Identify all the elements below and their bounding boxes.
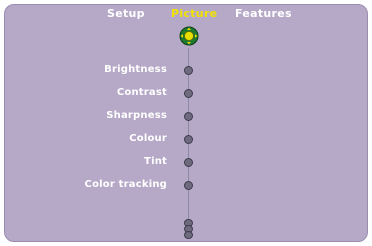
knob-icon: [184, 181, 193, 190]
menu-item-color-tracking[interactable]: Color tracking: [60, 179, 196, 193]
tv-menu-screen: Setup Picture Features Brightness Contra…: [0, 0, 372, 246]
knob-icon: [184, 89, 193, 98]
menu-item-label: Sharpness: [106, 110, 167, 121]
menu-item-label: Tint: [144, 156, 167, 167]
menu-item-label: Colour: [129, 133, 167, 144]
menu-item-brightness[interactable]: Brightness: [60, 64, 196, 78]
menu-item-colour[interactable]: Colour: [60, 133, 196, 147]
menu-item-label: Color tracking: [84, 179, 167, 190]
menu-item-label: Contrast: [116, 87, 167, 98]
menu-item-contrast[interactable]: Contrast: [60, 87, 196, 101]
more-dot: [184, 231, 193, 239]
knob-icon: [184, 66, 193, 75]
menu-item-sharpness[interactable]: Sharpness: [60, 110, 196, 124]
knob-icon: [184, 112, 193, 121]
picture-menu-list: Brightness Contrast Sharpness Colour Tin…: [0, 0, 372, 246]
more-items-icon[interactable]: [184, 219, 194, 241]
knob-icon: [184, 158, 193, 167]
menu-item-tint[interactable]: Tint: [60, 156, 196, 170]
menu-item-label: Brightness: [104, 64, 167, 75]
knob-icon: [184, 135, 193, 144]
